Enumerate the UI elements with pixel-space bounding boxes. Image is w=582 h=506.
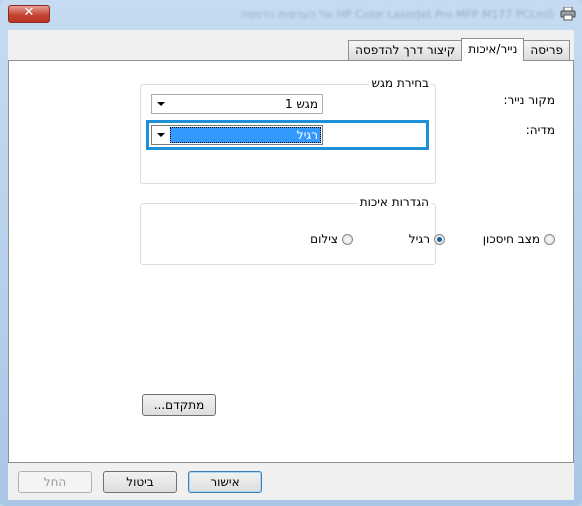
chevron-down-icon	[157, 102, 165, 106]
paper-source-label: מקור נייר:	[503, 93, 555, 107]
radio-normal[interactable]: רגיל	[409, 232, 445, 246]
radio-economode[interactable]: מצב חיסכון	[483, 232, 555, 246]
radio-photo[interactable]: צילום	[310, 232, 353, 246]
media-dropdown[interactable]: רגיל	[151, 125, 323, 145]
dialog-client: פריסה נייר/איכות קיצור דרך להדפסה בחירת …	[8, 30, 574, 500]
quality-settings-legend: הגדרות איכות	[357, 195, 431, 209]
paper-source-dropdown[interactable]: מגש 1	[151, 94, 323, 114]
radio-normal-label: רגיל	[408, 232, 430, 246]
tab-panel-paper-quality: בחירת מגש מקור נייר: מגש 1 מדיה: רגיל הג…	[8, 60, 574, 463]
ok-button[interactable]: אישור	[188, 471, 262, 493]
chevron-down-icon	[157, 133, 165, 137]
close-button[interactable]: ✕	[8, 5, 50, 23]
dialog-window: HP Color LaserJet Pro MFP M177 PCLmS של …	[0, 0, 582, 506]
advanced-button[interactable]: מתקדם...	[142, 394, 216, 416]
radio-economode-label: מצב חיסכון	[482, 232, 540, 246]
tray-selection-legend: בחירת מגש	[369, 76, 431, 90]
radio-photo-label: צילום	[310, 232, 338, 246]
radio-photo-button[interactable]	[342, 233, 353, 245]
quality-settings-group: הגדרות איכות	[140, 195, 436, 265]
media-label: מדיה:	[525, 123, 555, 137]
close-icon: ✕	[23, 5, 35, 20]
printer-icon	[560, 6, 576, 21]
tab-paper-quality[interactable]: נייר/איכות	[461, 38, 525, 61]
paper-source-value: מגש 1	[284, 97, 318, 111]
cancel-button[interactable]: ביטול	[103, 471, 177, 493]
apply-button: החל	[18, 471, 92, 493]
radio-economode-button[interactable]	[544, 233, 555, 245]
tab-strip: פריסה נייר/איכות קיצור דרך להדפסה	[348, 38, 574, 61]
tab-printing-shortcuts[interactable]: קיצור דרך להדפסה	[348, 40, 463, 60]
title-bar[interactable]: HP Color LaserJet Pro MFP M177 PCLmS של …	[0, 0, 582, 30]
window-title: HP Color LaserJet Pro MFP M177 PCLmS של …	[240, 8, 554, 21]
media-value: רגיל	[296, 128, 318, 142]
radio-normal-button[interactable]	[434, 233, 445, 245]
tab-layout[interactable]: פריסה	[523, 40, 570, 60]
